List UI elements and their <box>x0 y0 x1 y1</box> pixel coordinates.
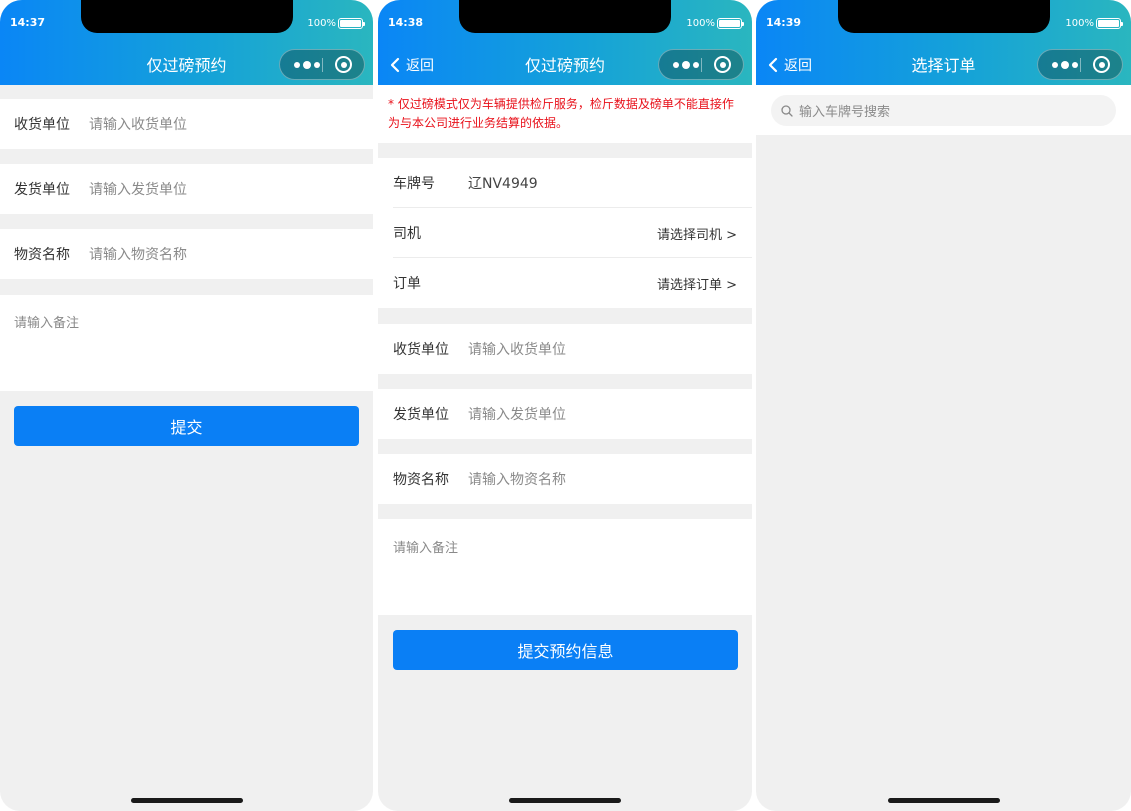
search-bar: 输入车牌号搜索 <box>756 85 1131 135</box>
shipper-input[interactable]: 请输入发货单位 <box>468 404 566 424</box>
consignee-input[interactable]: 请输入收货单位 <box>89 114 187 134</box>
battery-percent: 100% <box>307 18 336 29</box>
remark-textarea[interactable]: 请输入备注 <box>378 519 752 615</box>
shipper-input[interactable]: 请输入发货单位 <box>89 179 187 199</box>
battery-icon <box>1096 18 1123 29</box>
consignee-field[interactable]: 收货单位 请输入收货单位 <box>0 99 373 149</box>
remark-textarea[interactable]: 请输入备注 <box>0 295 373 391</box>
field-label: 物资名称 <box>393 472 449 488</box>
battery-icon <box>717 18 744 29</box>
nav-bar: 14:38 100% 返回 仅过磅预约 <box>378 0 752 85</box>
home-indicator <box>887 798 1000 803</box>
screenshot-stage: 14:37 100% 仅过磅预约 收货单位 请输入收货单位 发货单位 请输入发货… <box>0 0 1131 811</box>
field-label: 收货单位 <box>393 342 449 358</box>
device-notch <box>459 0 671 33</box>
submit-booking-button[interactable]: 提交预约信息 <box>393 630 738 670</box>
more-dots-icon[interactable] <box>290 50 324 79</box>
miniprogram-capsule <box>1037 49 1123 80</box>
phone-screen-select-order: 14:39 100% 返回 选择订单 输入车牌号搜索 <box>756 0 1131 811</box>
plate-search-input[interactable]: 输入车牌号搜索 <box>771 95 1116 126</box>
phone-screen-booking-simple: 14:37 100% 仅过磅预约 收货单位 请输入收货单位 发货单位 请输入发货… <box>0 0 373 811</box>
field-label: 物资名称 <box>14 247 70 263</box>
remark-placeholder: 请输入备注 <box>393 541 459 556</box>
miniprogram-capsule <box>658 49 744 80</box>
target-icon[interactable] <box>714 56 731 73</box>
home-indicator <box>130 798 243 803</box>
device-notch <box>837 0 1050 33</box>
select-driver-link[interactable]: 请选择司机 > <box>657 224 737 243</box>
field-label: 司机 <box>393 226 421 242</box>
select-order-link[interactable]: 请选择订单 > <box>657 274 737 293</box>
consignee-input[interactable]: 请输入收货单位 <box>468 339 566 359</box>
battery-percent: 100% <box>686 18 715 29</box>
more-dots-icon[interactable] <box>669 50 703 79</box>
search-icon <box>781 104 793 117</box>
remark-placeholder: 请输入备注 <box>14 316 80 331</box>
device-notch <box>80 0 293 33</box>
status-time: 14:39 <box>766 16 802 29</box>
material-field[interactable]: 物资名称 请输入物资名称 <box>0 229 373 279</box>
battery-percent: 100% <box>1065 18 1094 29</box>
capsule-divider <box>1080 58 1081 72</box>
field-label: 订单 <box>393 276 421 292</box>
more-dots-icon[interactable] <box>1048 50 1082 79</box>
submit-button[interactable]: 提交 <box>14 406 359 446</box>
material-input[interactable]: 请输入物资名称 <box>89 244 187 264</box>
material-field[interactable]: 物资名称 请输入物资名称 <box>378 454 752 504</box>
notice-text: * 仅过磅模式仅为车辆提供检斤服务，检斤数据及磅单不能直接作为与本公司进行业务结… <box>378 85 752 143</box>
field-label: 车牌号 <box>393 176 435 192</box>
target-icon[interactable] <box>1093 56 1110 73</box>
field-label: 发货单位 <box>14 182 70 198</box>
battery-icon <box>338 18 365 29</box>
order-row[interactable]: 订单 请选择订单 > <box>378 258 752 308</box>
nav-bar: 14:39 100% 返回 选择订单 <box>756 0 1131 85</box>
capsule-divider <box>701 58 702 72</box>
field-label: 发货单位 <box>393 407 449 423</box>
plate-field: 车牌号 辽NV4949 <box>378 158 752 208</box>
status-time: 14:37 <box>10 16 46 29</box>
shipper-field[interactable]: 发货单位 请输入发货单位 <box>378 389 752 439</box>
status-time: 14:38 <box>388 16 424 29</box>
miniprogram-capsule <box>279 49 365 80</box>
home-indicator <box>509 798 621 803</box>
phone-screen-booking-full: 14:38 100% 返回 仅过磅预约 * 仅过磅模式仅为车辆提供检斤服务，检斤… <box>378 0 752 811</box>
nav-bar: 14:37 100% 仅过磅预约 <box>0 0 373 85</box>
driver-row[interactable]: 司机 请选择司机 > <box>378 208 752 258</box>
search-placeholder: 输入车牌号搜索 <box>799 105 891 120</box>
material-input[interactable]: 请输入物资名称 <box>468 469 566 489</box>
shipper-field[interactable]: 发货单位 请输入发货单位 <box>0 164 373 214</box>
consignee-field[interactable]: 收货单位 请输入收货单位 <box>378 324 752 374</box>
field-label: 收货单位 <box>14 117 70 133</box>
plate-value: 辽NV4949 <box>468 176 538 192</box>
capsule-divider <box>322 58 323 72</box>
target-icon[interactable] <box>335 56 352 73</box>
